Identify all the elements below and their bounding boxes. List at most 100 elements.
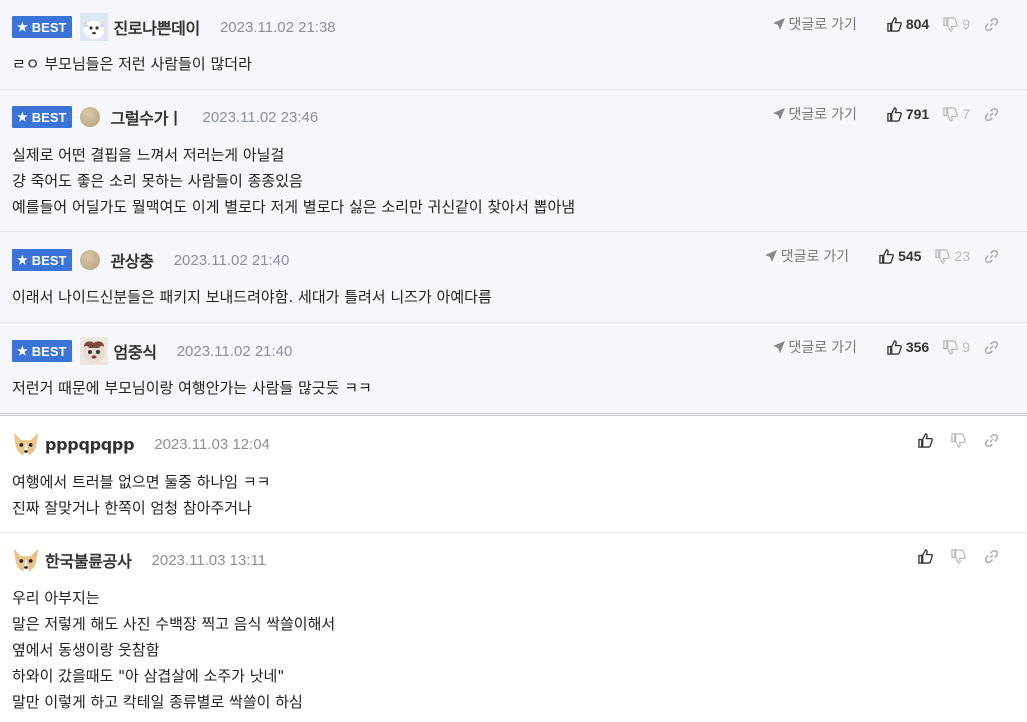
best-label: BEST (31, 252, 67, 268)
comment-body: ㄹㅇ 부모님들은 저런 사람들이 많더라 (12, 51, 252, 77)
link-icon (984, 549, 999, 564)
link-icon (984, 249, 999, 263)
send-icon (772, 18, 785, 30)
comment-body: 우리 아부지는 말은 저렇게 해도 사진 수백장 찍고 음식 싹쓸이해서 옆에서… (12, 585, 335, 715)
comment-line: 하와이 갔을때도 "아 삼겹살에 소주가 낫네" (12, 667, 285, 685)
comment-line: 진짜 잘맞거나 한쪽이 엄청 참아주거나 (12, 499, 252, 517)
comment-author[interactable]: 그럴수가ㅣ (110, 105, 182, 129)
comment-line: 우리 아부지는 (12, 589, 100, 607)
link-button[interactable] (984, 340, 1003, 355)
comment-line: ㄹㅇ 부모님들은 저런 사람들이 많더라 (12, 55, 252, 73)
upvote-button[interactable] (918, 433, 937, 448)
comment-body: 이래서 나이드신분들은 패키지 보내드려야함. 세대가 틀려서 니즈가 아예다름 (12, 284, 492, 310)
comment-item: ★ BEST 관상충 2023.11.02 21:40 댓글로 가기 545 23… (0, 232, 1027, 323)
link-icon (984, 340, 999, 354)
send-icon (764, 250, 777, 262)
avatar-icon[interactable] (80, 107, 101, 127)
comment-author[interactable]: pppqpqpp (45, 435, 135, 454)
thumbs-up-icon (887, 16, 902, 32)
link-button[interactable] (984, 17, 1003, 32)
downvote-count: 9 (962, 16, 970, 32)
avatar-icon[interactable] (80, 13, 109, 41)
downvote-count: 9 (962, 339, 970, 355)
avatar-icon[interactable] (80, 337, 109, 365)
avatar-icon[interactable] (12, 430, 40, 458)
comment-header: ★ BEST 그럴수가ㅣ 2023.11.02 23:46 (12, 103, 318, 131)
downvote-button[interactable] (951, 433, 970, 448)
comment-line: 여행에서 트러블 없으면 둘중 하나임 ㅋㅋ (12, 473, 271, 491)
link-icon (984, 433, 999, 448)
goto-comment-link[interactable]: 댓글로 가기 (772, 104, 857, 124)
comment-line: 옆에서 동생이랑 웃참함 (12, 641, 160, 659)
upvote-count: 356 (905, 339, 930, 355)
goto-comment-link[interactable]: 댓글로 가기 (772, 14, 857, 34)
thumbs-down-icon (951, 433, 966, 448)
star-icon: ★ (17, 344, 28, 358)
comment-line: 실제로 어떤 결핍을 느껴서 저러는게 아닐걸 (12, 146, 285, 164)
comment-header: ★ BEST 진로나쁜데이 2023.11.02 21:38 (12, 13, 336, 41)
comment-author[interactable]: 한국불륜공사 (45, 548, 132, 572)
comment-time: 2023.11.02 23:46 (202, 108, 319, 126)
avatar-icon[interactable] (12, 546, 40, 574)
comment-item: ★ BEST 진로나쁜데이 2023.11.02 21:38 댓글로 가기 804… (0, 0, 1027, 90)
star-icon: ★ (17, 253, 28, 267)
comment-time: 2023.11.02 21:40 (176, 342, 293, 360)
best-badge: ★ BEST (12, 106, 73, 128)
star-icon: ★ (17, 20, 28, 34)
downvote-button[interactable]: 9 (943, 16, 970, 32)
upvote-button[interactable]: 804 (887, 16, 929, 32)
comment-line: 말만 이렇게 하고 칵테일 종류별로 싹쓸이 하심 (12, 693, 303, 711)
comment-body: 저런거 때문에 부모님이랑 여행안가는 사람들 많긋듯 ㅋㅋ (12, 375, 372, 401)
upvote-button[interactable]: 356 (887, 339, 929, 355)
downvote-button[interactable]: 23 (935, 248, 970, 264)
comment-line: 저런거 때문에 부모님이랑 여행안가는 사람들 많긋듯 ㅋㅋ (12, 379, 372, 397)
downvote-button[interactable]: 9 (943, 339, 970, 355)
link-button[interactable] (984, 549, 1003, 564)
goto-comment-link[interactable]: 댓글로 가기 (764, 246, 849, 266)
upvote-button[interactable]: 791 (887, 106, 929, 122)
best-label: BEST (31, 343, 67, 359)
downvote-button[interactable]: 7 (943, 106, 970, 122)
upvote-button[interactable]: 545 (879, 248, 921, 264)
link-icon (984, 17, 999, 31)
avatar-icon[interactable] (80, 250, 101, 270)
downvote-button[interactable] (951, 549, 970, 564)
comment-actions: 댓글로 가기 804 9 (772, 14, 1003, 34)
thumbs-down-icon (943, 106, 959, 122)
comment-header: ★ BEST 관상충 2023.11.02 21:40 (12, 246, 289, 274)
downvote-count: 7 (962, 106, 970, 122)
thumbs-up-icon (918, 549, 933, 564)
comment-author[interactable]: 관상충 (110, 248, 154, 272)
comment-item: ★ BEST 엄중식 2023.11.02 21:40 댓글로 가기 356 9 … (0, 323, 1027, 416)
goto-label: 댓글로 가기 (788, 16, 857, 32)
best-label: BEST (31, 19, 67, 35)
link-button[interactable] (984, 249, 1003, 264)
upvote-count: 791 (905, 106, 930, 122)
comment-header: ★ BEST 엄중식 2023.11.02 21:40 (12, 337, 292, 365)
comment-actions: 댓글로 가기 356 9 (772, 337, 1003, 357)
comment-author[interactable]: 엄중식 (113, 339, 157, 363)
comment-line: 걍 죽어도 좋은 소리 못하는 사람들이 종종있음 (12, 172, 303, 190)
comment-actions: 댓글로 가기 545 23 (764, 246, 1003, 266)
best-badge: ★ BEST (12, 340, 73, 362)
link-button[interactable] (984, 107, 1003, 122)
best-badge: ★ BEST (12, 249, 73, 271)
upvote-button[interactable] (918, 549, 937, 564)
comment-time: 2023.11.02 21:38 (219, 18, 336, 36)
comment-author[interactable]: 진로나쁜데이 (113, 15, 200, 39)
goto-label: 댓글로 가기 (780, 248, 850, 264)
comment-body: 여행에서 트러블 없으면 둘중 하나임 ㅋㅋ 진짜 잘맞거나 한쪽이 엄청 참아… (12, 469, 270, 521)
comment-header: 한국불륜공사 2023.11.03 13:11 (12, 546, 266, 574)
send-icon (772, 341, 785, 353)
goto-comment-link[interactable]: 댓글로 가기 (772, 337, 857, 357)
thumbs-down-icon (943, 339, 959, 355)
upvote-count: 545 (898, 248, 922, 264)
link-button[interactable] (984, 433, 1003, 448)
thumbs-down-icon (951, 549, 966, 564)
thumbs-down-icon (935, 248, 951, 264)
comment-line: 말은 저렇게 해도 사진 수백장 찍고 음식 싹쓸이해서 (12, 615, 336, 633)
thumbs-up-icon (918, 433, 933, 448)
comment-item: ★ BEST 그럴수가ㅣ 2023.11.02 23:46 댓글로 가기 791 … (0, 90, 1027, 232)
upvote-count: 804 (905, 16, 930, 32)
comment-time: 2023.11.03 12:04 (154, 435, 270, 453)
